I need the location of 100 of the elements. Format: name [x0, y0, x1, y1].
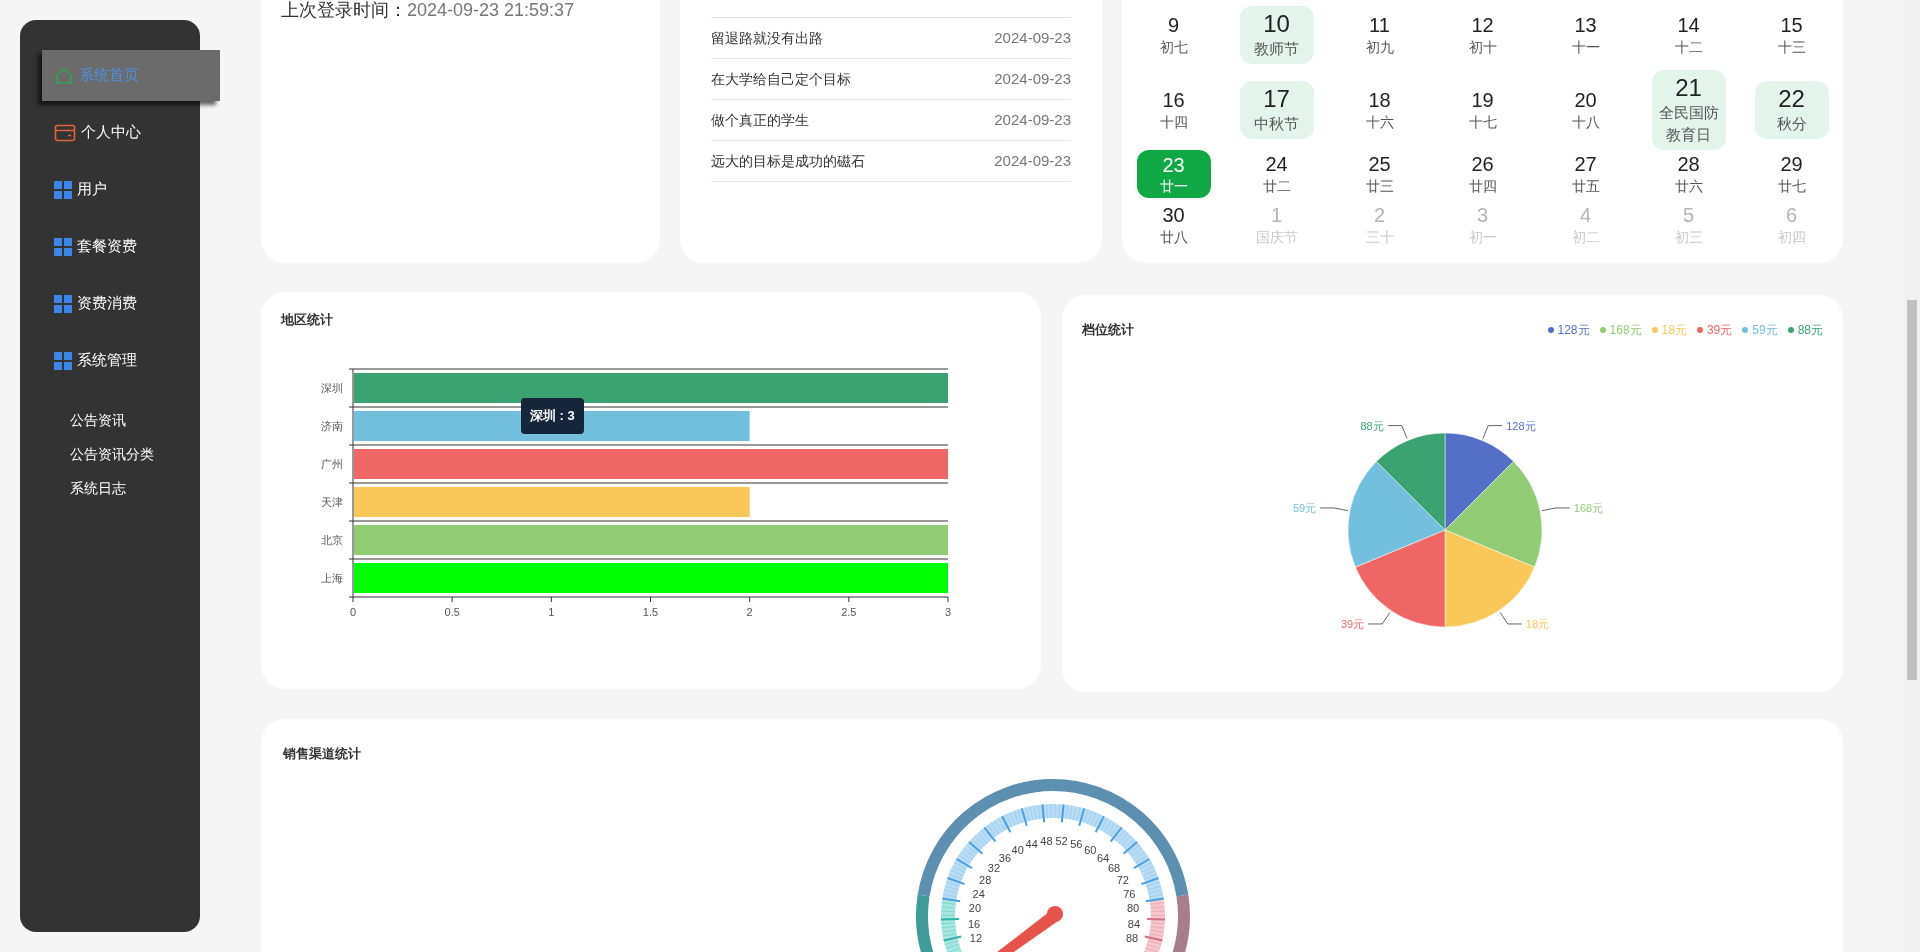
news-title[interactable]: 留退路就没有出路: [711, 27, 823, 49]
calendar-day[interactable]: 29 廿七: [1777, 152, 1806, 196]
pie-slice[interactable]: [1444, 460, 1543, 567]
scrollbar[interactable]: [1903, 0, 1920, 952]
sidebar-item[interactable]: 个人中心: [54, 107, 200, 158]
axis-label: 天津: [321, 496, 343, 508]
news-date: 2024-09-23: [994, 109, 1071, 130]
calendar-day[interactable]: 15 十三: [1777, 13, 1806, 57]
calendar-day[interactable]: 12 初十: [1468, 13, 1497, 57]
news-title[interactable]: 远大的目标是成功的磁石: [711, 150, 865, 172]
leader-line: [1482, 424, 1503, 439]
calendar-day[interactable]: 13 十一: [1571, 13, 1600, 57]
gauge-tick-label: 32: [987, 862, 1001, 875]
chart-title: 地区统计: [279, 311, 334, 328]
gauge-tick-label: 24: [972, 887, 985, 900]
sidebar-item[interactable]: 资费消费: [54, 278, 200, 329]
sidebar-item[interactable]: 用户: [54, 164, 200, 215]
news-date: 2024-09-23: [994, 150, 1071, 171]
news-date: 2024-09-23: [994, 27, 1071, 48]
axis-tick-label: 2: [746, 606, 753, 618]
leader-line: [1367, 611, 1391, 624]
grid-icon: [54, 237, 72, 256]
gauge-tick-label: 16: [967, 917, 981, 930]
login-time-label: 上次登录时间：: [281, 0, 407, 20]
gauge-tick-label: 12: [969, 932, 983, 945]
gauge-tick-label: 84: [1127, 917, 1141, 930]
gauge-tick-label: 64: [1096, 851, 1110, 864]
axis-label: 深圳: [321, 382, 343, 394]
calendar-day[interactable]: 19 十七: [1468, 88, 1497, 132]
axis-tick-label: 0: [349, 606, 357, 618]
gauge-tick-label: 44: [1025, 838, 1038, 851]
news-title[interactable]: 做个真正的学生: [711, 109, 809, 131]
calendar-day[interactable]: 16 十四: [1159, 88, 1188, 132]
gauge-tick-label: 52: [1055, 835, 1068, 848]
grid-icon: [54, 351, 72, 370]
calendar-day[interactable]: 11 初九: [1365, 13, 1394, 57]
slice-label: 18元: [1525, 617, 1550, 630]
gauge-tick-label: 36: [998, 851, 1012, 864]
calendar-day[interactable]: 22 秋分: [1754, 81, 1829, 139]
legend-label[interactable]: 128元: [1557, 320, 1590, 339]
axis-label: 北京: [321, 534, 343, 546]
news-date: 2024-09-23: [994, 68, 1071, 89]
leader-line: [1541, 506, 1571, 511]
axis-tick-label: 1: [548, 606, 555, 618]
calendar-day[interactable]: 20 十八: [1571, 88, 1600, 132]
pie-slice[interactable]: [1347, 460, 1446, 567]
gauge-tick-label: 72: [1116, 874, 1129, 887]
slice-label: 88元: [1360, 419, 1384, 432]
axis-label: 济南: [321, 420, 343, 432]
chart-tooltip: 深圳 : 3: [521, 398, 584, 434]
axis-tick-label: 2.5: [841, 606, 857, 618]
bar[interactable]: [354, 411, 750, 441]
calendar-day[interactable]: 21 全民国防教育日: [1651, 70, 1726, 150]
calendar-day[interactable]: 30 廿八: [1159, 203, 1188, 247]
calendar-day[interactable]: 28 廿六: [1674, 152, 1703, 196]
grid-icon: [54, 294, 72, 313]
gauge-tick-label: 60: [1084, 843, 1097, 856]
gauge-tick-label: 48: [1040, 835, 1053, 848]
leader-line: [1499, 611, 1523, 624]
gauge-tick-label: 28: [979, 874, 992, 887]
leader-line: [1387, 424, 1408, 439]
calendar-day[interactable]: 14 十二: [1674, 13, 1703, 57]
grid-icon: [54, 180, 72, 199]
news-title[interactable]: 在大学给自己定个目标: [711, 68, 851, 90]
axis-tick-label: 1.5: [642, 606, 659, 618]
slice-label: 39元: [1340, 617, 1365, 630]
submenu-item[interactable]: 系统日志: [70, 471, 200, 505]
calendar-day[interactable]: 27 廿五: [1571, 152, 1600, 196]
calendar-day[interactable]: 26 廿四: [1468, 152, 1497, 196]
gauge-tick-label: 68: [1107, 862, 1121, 875]
axis-tick-label: 3: [944, 606, 952, 618]
gauge-tick-label: 76: [1123, 887, 1136, 900]
pie-slice[interactable]: [1376, 432, 1446, 530]
axis-label: 广州: [321, 458, 343, 470]
axis-label: 上海: [321, 572, 343, 584]
calendar-day[interactable]: 10 教师节: [1239, 6, 1314, 64]
pie-slice[interactable]: [1444, 432, 1514, 530]
slice-label: 59元: [1292, 501, 1317, 514]
leader-line: [1319, 506, 1349, 511]
gauge-tick-label: 80: [1126, 902, 1140, 915]
gauge-tick-label: 88: [1125, 932, 1139, 945]
calendar-day[interactable]: 24 廿二: [1262, 152, 1291, 196]
gauge-tick-label: 40: [1011, 843, 1024, 856]
sidebar-item[interactable]: 套餐资费: [54, 221, 200, 272]
calendar-day[interactable]: 17 中秋节: [1239, 81, 1314, 139]
calendar-day[interactable]: 25 廿三: [1365, 152, 1394, 196]
submenu-item[interactable]: 公告资讯分类: [70, 437, 200, 471]
home-icon: [54, 65, 74, 86]
login-time-value: 2024-09-23 21:59:37: [407, 0, 575, 20]
gauge-tick-label: 20: [968, 902, 982, 915]
chart-title: 档位统计: [1082, 321, 1134, 339]
calendar-day[interactable]: 9 初七: [1159, 13, 1188, 57]
submenu-item[interactable]: 公告资讯: [70, 403, 200, 437]
axis-tick-label: 0.5: [444, 606, 460, 618]
chart-title: 销售渠道统计: [281, 745, 362, 762]
gauge-tick-label: 56: [1070, 838, 1083, 851]
slice-label: 128元: [1506, 419, 1536, 432]
calendar-day[interactable]: 18 十六: [1365, 88, 1394, 132]
sidebar-item[interactable]: 系统管理: [54, 335, 200, 386]
scrollbar-thumb[interactable]: [1906, 300, 1917, 680]
